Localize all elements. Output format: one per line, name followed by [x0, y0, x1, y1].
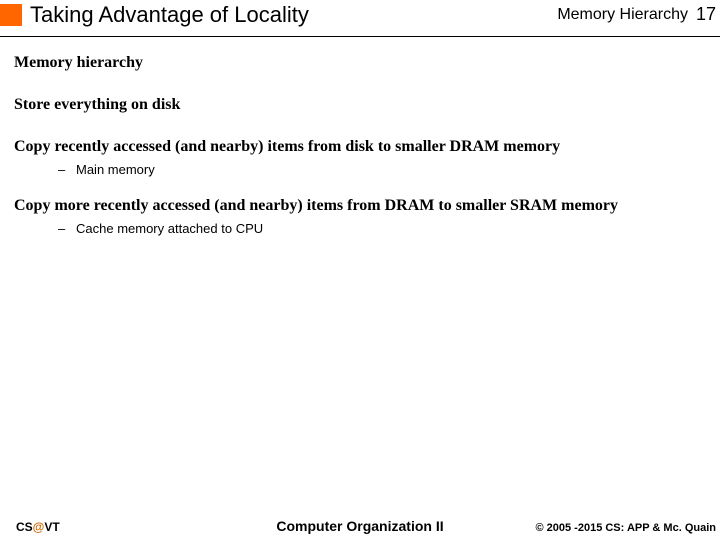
body-line-2: Copy recently accessed (and nearby) item… — [14, 138, 710, 156]
sub-item-1-text: Main memory — [76, 162, 155, 177]
sub-item-2: –Cache memory attached to CPU — [58, 221, 710, 236]
body-line-3: Copy more recently accessed (and nearby)… — [14, 197, 710, 215]
sub-item-2-text: Cache memory attached to CPU — [76, 221, 263, 236]
body-heading: Memory hierarchy — [14, 54, 710, 72]
header: Taking Advantage of Locality Memory Hier… — [0, 0, 720, 40]
header-rule — [0, 36, 720, 37]
slide-body: Memory hierarchy Store everything on dis… — [14, 54, 710, 236]
accent-square-icon — [0, 4, 22, 26]
chapter-label: Memory Hierarchy — [557, 6, 688, 24]
dash-icon: – — [58, 162, 76, 177]
body-line-1: Store everything on disk — [14, 96, 710, 114]
sub-item-1: –Main memory — [58, 162, 710, 177]
page-number: 17 — [696, 4, 716, 25]
slide: Taking Advantage of Locality Memory Hier… — [0, 0, 720, 540]
slide-title: Taking Advantage of Locality — [30, 2, 309, 28]
footer-right: © 2005 -2015 CS: APP & Mc. Quain — [535, 522, 716, 534]
footer: CS@VT Computer Organization II © 2005 -2… — [0, 514, 720, 540]
dash-icon: – — [58, 221, 76, 236]
